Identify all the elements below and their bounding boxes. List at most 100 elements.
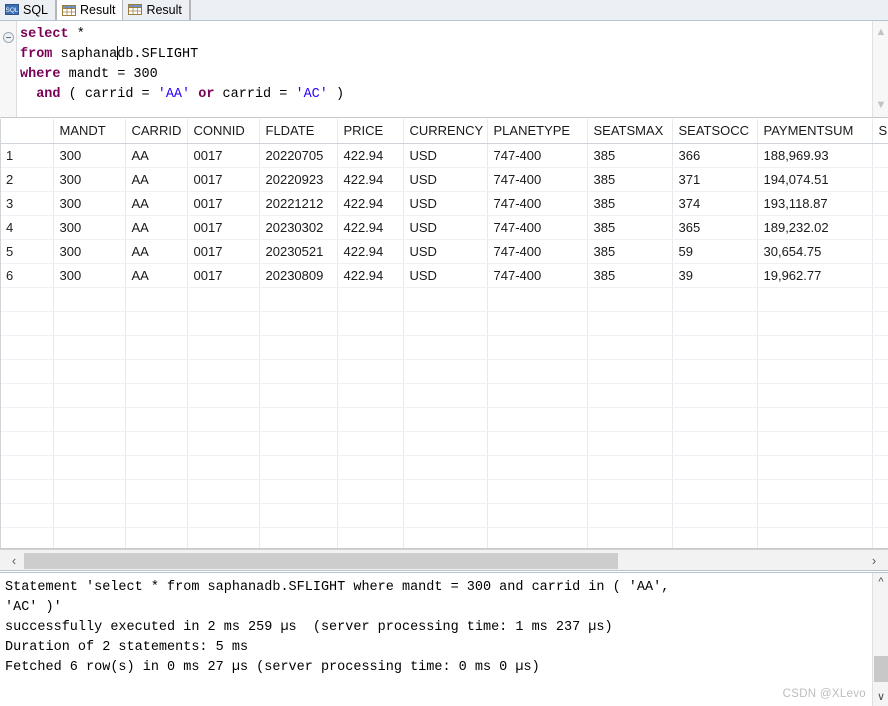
cell-empty[interactable] (487, 455, 588, 480)
cell-empty[interactable] (672, 383, 758, 408)
table-row-empty[interactable] (0, 335, 888, 360)
cell-empty[interactable] (259, 407, 338, 432)
cell-empty[interactable] (403, 311, 488, 336)
cell-empty[interactable] (403, 479, 488, 504)
cell-fldate[interactable]: 20220705 (259, 143, 338, 168)
cell-empty[interactable] (259, 479, 338, 504)
cell-carrid[interactable]: AA (125, 215, 188, 240)
cell-empty[interactable] (872, 431, 888, 456)
cell-empty[interactable] (53, 431, 126, 456)
cell-empty[interactable] (187, 335, 260, 360)
cell-empty[interactable] (53, 503, 126, 528)
table-row[interactable]: 2 300 AA 0017 20220923 422.94 USD 747-400 385 371… (0, 167, 888, 192)
cell-empty[interactable] (672, 455, 758, 480)
cell-empty[interactable] (487, 383, 588, 408)
table-row-empty[interactable] (0, 479, 888, 504)
cell-planetype[interactable]: 747-400 (487, 239, 588, 264)
cell-empty[interactable] (872, 335, 888, 360)
cell-seatsmax[interactable]: 385 (587, 167, 673, 192)
sql-editor[interactable]: select * from saphanadb.SFLIGHT where ma… (0, 21, 888, 118)
scroll-down-icon[interactable]: ∨ (873, 690, 888, 704)
cell-empty[interactable] (487, 359, 588, 384)
cell-empty[interactable] (757, 359, 873, 384)
cell-fldate[interactable]: 20221212 (259, 191, 338, 216)
cell-currency[interactable]: USD (403, 263, 488, 288)
table-row[interactable]: 4 300 AA 0017 20230302 422.94 USD 747-400 385 365… (0, 215, 888, 240)
cell-empty[interactable] (587, 455, 673, 480)
cell-empty[interactable] (872, 383, 888, 408)
cell-connid[interactable]: 0017 (187, 215, 260, 240)
cell-empty[interactable] (403, 431, 488, 456)
cell-sea[interactable] (872, 239, 888, 264)
cell-empty[interactable] (872, 359, 888, 384)
cell-seatsocc[interactable]: 365 (672, 215, 758, 240)
table-row-empty[interactable] (0, 431, 888, 456)
table-row[interactable]: 3 300 AA 0017 20221212 422.94 USD 747-400 385 374… (0, 191, 888, 216)
cell-empty[interactable] (187, 527, 260, 548)
cell-planetype[interactable]: 747-400 (487, 215, 588, 240)
cell-empty[interactable] (757, 455, 873, 480)
cell-empty[interactable] (187, 383, 260, 408)
cell-empty[interactable] (187, 287, 260, 312)
output-vertical-scrollbar[interactable]: ^ ∨ (872, 573, 888, 706)
cell-seatsmax[interactable]: 385 (587, 143, 673, 168)
cell-seatsmax[interactable]: 385 (587, 239, 673, 264)
cell-empty[interactable] (125, 383, 188, 408)
cell-sea[interactable] (872, 215, 888, 240)
scroll-left-icon[interactable]: ‹ (3, 550, 25, 571)
cell-empty[interactable] (337, 407, 404, 432)
cell-empty[interactable] (757, 287, 873, 312)
table-row-empty[interactable] (0, 407, 888, 432)
cell-empty[interactable] (872, 455, 888, 480)
cell-empty[interactable] (487, 407, 588, 432)
cell-empty[interactable] (337, 287, 404, 312)
cell-empty[interactable] (403, 383, 488, 408)
cell-currency[interactable]: USD (403, 167, 488, 192)
cell-empty[interactable] (125, 407, 188, 432)
scroll-up-icon[interactable]: ^ (873, 575, 888, 589)
cell-empty[interactable] (53, 287, 126, 312)
cell-mandt[interactable]: 300 (53, 263, 126, 288)
cell-price[interactable]: 422.94 (337, 191, 404, 216)
cell-empty[interactable] (757, 503, 873, 528)
cell-empty[interactable] (757, 311, 873, 336)
cell-empty[interactable] (337, 383, 404, 408)
cell-empty[interactable] (187, 359, 260, 384)
cell-empty[interactable] (337, 527, 404, 548)
table-row-empty[interactable] (0, 287, 888, 312)
cell-empty[interactable] (487, 503, 588, 528)
cell-sea[interactable] (872, 191, 888, 216)
cell-empty[interactable] (125, 287, 188, 312)
cell-empty[interactable] (872, 287, 888, 312)
cell-seatsmax[interactable]: 385 (587, 215, 673, 240)
editor-vertical-scrollbar[interactable]: ▲ ▼ (872, 21, 888, 118)
table-row-empty[interactable] (0, 383, 888, 408)
cell-empty[interactable] (187, 455, 260, 480)
cell-empty[interactable] (672, 479, 758, 504)
cell-seatsocc[interactable]: 39 (672, 263, 758, 288)
cell-empty[interactable] (259, 431, 338, 456)
output-panel[interactable]: Statement 'select * from saphanadb.SFLIG… (0, 572, 888, 706)
sql-code-text[interactable]: select * from saphanadb.SFLIGHT where ma… (20, 25, 344, 105)
hscroll-track[interactable] (24, 553, 864, 569)
tab-result-1[interactable]: Result (56, 0, 124, 20)
cell-mandt[interactable]: 300 (53, 239, 126, 264)
cell-empty[interactable] (587, 503, 673, 528)
cell-empty[interactable] (125, 311, 188, 336)
cell-carrid[interactable]: AA (125, 143, 188, 168)
column-header-fldate[interactable]: FLDATE (259, 119, 338, 144)
cell-empty[interactable] (259, 287, 338, 312)
cell-empty[interactable] (259, 383, 338, 408)
row-number-cell[interactable]: 2 (0, 167, 54, 192)
cell-empty[interactable] (403, 503, 488, 528)
cell-carrid[interactable]: AA (125, 191, 188, 216)
cell-empty[interactable] (757, 407, 873, 432)
cell-empty[interactable] (125, 527, 188, 548)
cell-empty[interactable] (337, 335, 404, 360)
cell-mandt[interactable]: 300 (53, 191, 126, 216)
column-header-carrid[interactable]: CARRID (125, 119, 188, 144)
cell-empty[interactable] (125, 503, 188, 528)
cell-paymentsum[interactable]: 188,969.93 (757, 143, 873, 168)
column-header-price[interactable]: PRICE (337, 119, 404, 144)
cell-empty[interactable] (672, 335, 758, 360)
